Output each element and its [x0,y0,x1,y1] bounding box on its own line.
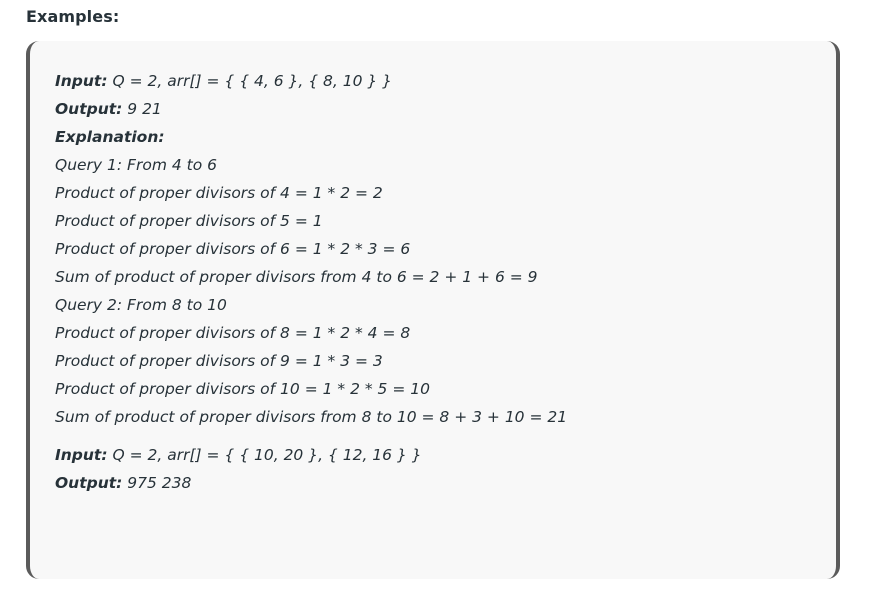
example-content: Input: Q = 2, arr[] = { { 4, 6 }, { 8, 1… [55,67,567,497]
explanation-text: Product of proper divisors of 5 = 1 [55,212,323,230]
explanation-label: Explanation: [55,128,165,146]
example-separator [55,431,567,441]
explanation-text: Product of proper divisors of 8 = 1 * 2 … [55,324,411,342]
input-label: Input: [55,72,108,90]
explanation-text: Product of proper divisors of 10 = 1 * 2… [55,380,430,398]
explanation-text: Sum of product of proper divisors from 8… [55,408,568,426]
explanation-text: Query 1: From 4 to 6 [55,156,217,174]
example1-input-line: Input: Q = 2, arr[] = { { 4, 6 }, { 8, 1… [55,67,567,95]
input-value: Q = 2, arr[] = { { 10, 20 }, { 12, 16 } … [107,446,422,464]
output-label: Output: [55,474,123,492]
example-box: Input: Q = 2, arr[] = { { 4, 6 }, { 8, 1… [26,41,840,579]
explanation-text: Product of proper divisors of 6 = 1 * 2 … [55,240,411,258]
example2-input-line: Input: Q = 2, arr[] = { { 10, 20 }, { 12… [55,441,567,469]
input-value: Q = 2, arr[] = { { 4, 6 }, { 8, 10 } } [107,72,393,90]
input-label: Input: [55,446,108,464]
example2-output-line: Output: 975 238 [55,469,567,497]
explanation-line: Explanation: [55,123,567,151]
output-label: Output: [55,100,123,118]
examples-heading: Examples: [26,7,120,26]
explanation-text: Sum of product of proper divisors from 4… [55,268,538,286]
example1-output-line: Output: 9 21 [55,95,567,123]
explanation-text: Product of proper divisors of 4 = 1 * 2 … [55,184,383,202]
explanation-text: Query 2: From 8 to 10 [55,296,227,314]
output-value: 9 21 [122,100,162,118]
explanation-text: Product of proper divisors of 9 = 1 * 3 … [55,352,383,370]
output-value: 975 238 [122,474,192,492]
